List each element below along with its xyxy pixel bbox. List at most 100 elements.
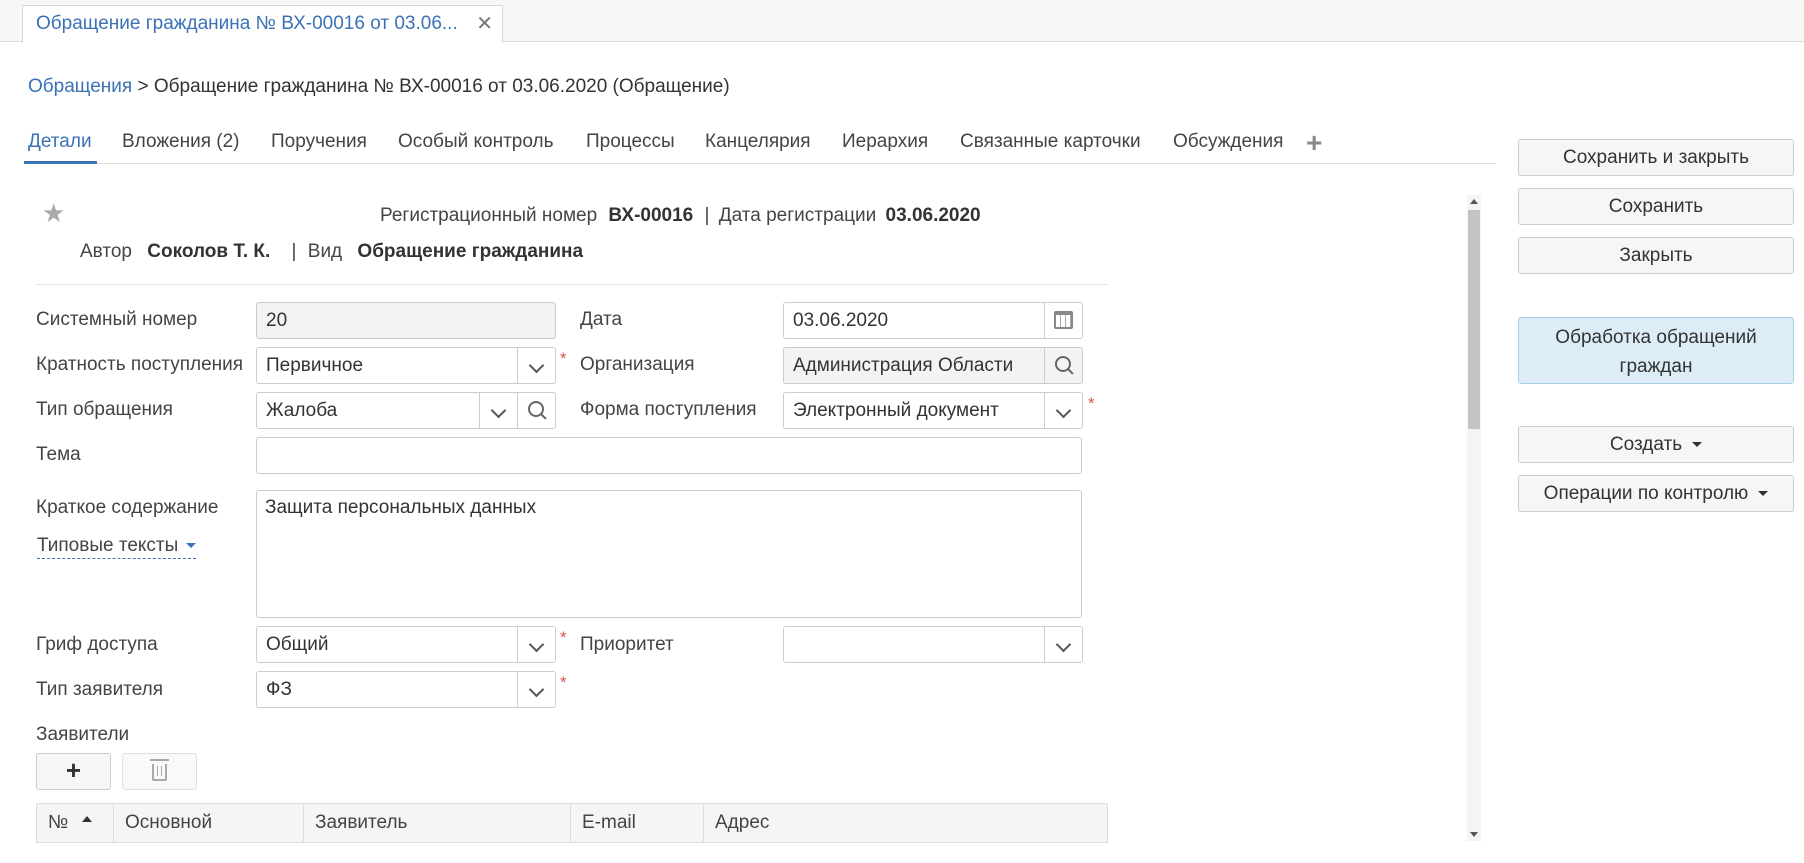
divider [36, 284, 1108, 285]
organization-label: Организация [580, 354, 695, 375]
appeal-type-label: Тип обращения [36, 399, 173, 420]
topic-label: Тема [36, 444, 81, 465]
tab-hierarchy[interactable]: Иерархия [842, 131, 928, 153]
active-tab-indicator [24, 161, 97, 164]
column-number[interactable]: № [37, 804, 114, 842]
chevron-down-icon [490, 402, 507, 419]
control-operations-label: Операции по контролю [1543, 483, 1749, 504]
separator: | [704, 205, 710, 226]
breadcrumb-root-link[interactable]: Обращения [28, 76, 132, 97]
calendar-button[interactable] [1044, 303, 1082, 338]
appeal-type-dropdown-button[interactable] [479, 393, 517, 428]
favorite-star-icon[interactable]: ★ [42, 198, 65, 229]
tab-office[interactable]: Канцелярия [705, 131, 811, 153]
access-value: Общий [266, 634, 329, 655]
search-icon [1054, 356, 1073, 374]
date-value: 03.06.2020 [793, 310, 889, 331]
template-texts-dropdown[interactable]: Типовые тексты [37, 535, 197, 559]
applicant-type-label: Тип заявителя [36, 679, 164, 700]
receipt-form-value: Электронный документ [793, 400, 999, 421]
receipt-form-dropdown-button[interactable] [1044, 393, 1082, 428]
priority-dropdown-button[interactable] [1044, 627, 1082, 662]
column-number-label: № [48, 812, 69, 833]
organization-value: Администрация Области [793, 355, 1014, 376]
kind-label: Вид [307, 241, 343, 262]
tab-processes[interactable]: Процессы [586, 131, 675, 153]
trash-icon [150, 759, 169, 781]
chevron-down-icon [1692, 442, 1703, 448]
topic-input[interactable] [256, 437, 1082, 474]
organization-field[interactable]: Администрация Области [783, 347, 1083, 384]
reg-date-label: Дата регистрации [718, 205, 877, 226]
save-and-close-button[interactable]: Сохранить и закрыть [1518, 139, 1794, 176]
date-label: Дата [580, 309, 623, 330]
applicants-label: Заявители [36, 724, 130, 745]
required-mark: * [560, 628, 567, 647]
author-info: Автор Соколов Т. К. | Вид Обращение граж… [80, 241, 583, 263]
access-select[interactable]: Общий [256, 626, 556, 663]
chevron-down-icon [1055, 636, 1072, 653]
scroll-up-arrow-icon[interactable] [1470, 199, 1478, 204]
sort-ascending-icon [82, 815, 93, 822]
add-applicant-button[interactable]: + [36, 753, 111, 790]
delete-applicant-button[interactable] [122, 753, 197, 790]
tab-special-control[interactable]: Особый контроль [398, 131, 553, 153]
chevron-down-icon [1758, 491, 1769, 497]
access-label: Гриф доступа [36, 634, 158, 655]
required-mark: * [560, 673, 567, 692]
applicant-type-dropdown-button[interactable] [517, 672, 555, 707]
system-number-label: Системный номер [36, 309, 198, 330]
control-operations-dropdown-button[interactable]: Операции по контролю [1518, 475, 1794, 512]
process-appeals-button[interactable]: Обработка обращений граждан [1518, 317, 1794, 384]
reg-number-value: ВХ-00016 [608, 205, 694, 226]
required-mark: * [1088, 394, 1095, 413]
kind-value: Обращение гражданина [357, 241, 584, 262]
close-button[interactable]: Закрыть [1518, 237, 1794, 274]
column-applicant[interactable]: Заявитель [304, 804, 571, 842]
column-address[interactable]: Адрес [704, 804, 1107, 842]
summary-label: Краткое содержание [36, 497, 219, 518]
appeal-type-select[interactable]: Жалоба [256, 392, 556, 429]
document-tab[interactable]: Обращение гражданина № ВХ-00016 от 03.06… [22, 5, 503, 43]
multiplicity-dropdown-button[interactable] [517, 348, 555, 383]
scrollbar-thumb[interactable] [1468, 210, 1480, 429]
column-email[interactable]: E-mail [571, 804, 704, 842]
document-tab-title: Обращение гражданина № ВХ-00016 от 03.06… [36, 13, 458, 34]
create-dropdown-button[interactable]: Создать [1518, 426, 1794, 463]
tab-details[interactable]: Детали [28, 131, 92, 153]
system-number-field: 20 [256, 302, 556, 339]
appeal-type-search-button[interactable] [517, 393, 555, 428]
save-button[interactable]: Сохранить [1518, 188, 1794, 225]
template-texts-label: Типовые тексты [37, 535, 179, 556]
appeal-type-value: Жалоба [266, 400, 338, 421]
reg-date-value: 03.06.2020 [885, 205, 981, 226]
multiplicity-label: Кратность поступления [36, 354, 244, 375]
required-mark: * [560, 349, 567, 368]
access-dropdown-button[interactable] [517, 627, 555, 662]
chevron-down-icon [528, 636, 545, 653]
separator: | [291, 241, 297, 262]
applicant-type-select[interactable]: ФЗ [256, 671, 556, 708]
create-label: Создать [1609, 434, 1683, 455]
close-tab-icon[interactable]: ✕ [476, 6, 493, 42]
date-field[interactable]: 03.06.2020 [783, 302, 1083, 339]
priority-select[interactable] [783, 626, 1083, 663]
multiplicity-select[interactable]: Первичное [256, 347, 556, 384]
chevron-down-icon [528, 357, 545, 374]
summary-textarea[interactable]: Защита персональных данных [256, 490, 1082, 618]
registration-info: Регистрационный номер ВХ-00016 | Дата ре… [380, 205, 981, 227]
applicants-table-header: № Основной Заявитель E-mail Адрес [36, 803, 1108, 843]
tab-linked-cards[interactable]: Связанные карточки [960, 131, 1141, 153]
tab-assignments[interactable]: Поручения [271, 131, 367, 153]
reg-number-label: Регистрационный номер [380, 205, 598, 226]
author-label: Автор [80, 241, 132, 262]
section-tabs: Детали Вложения (2) Поручения Особый кон… [24, 127, 1496, 164]
tab-discussions[interactable]: Обсуждения [1173, 131, 1283, 153]
tab-attachments[interactable]: Вложения (2) [122, 131, 240, 153]
add-tab-icon[interactable]: + [1306, 127, 1322, 159]
organization-search-button[interactable] [1044, 348, 1082, 383]
scroll-down-arrow-icon[interactable] [1470, 832, 1478, 837]
applicant-type-value: ФЗ [266, 679, 292, 700]
column-main[interactable]: Основной [114, 804, 304, 842]
receipt-form-select[interactable]: Электронный документ [783, 392, 1083, 429]
